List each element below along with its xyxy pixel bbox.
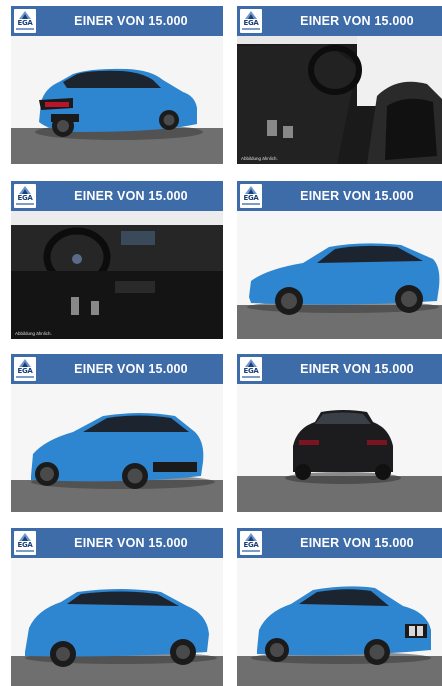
gallery-tile-rear-black[interactable]: EGA EINER VON 15.000: [237, 354, 442, 512]
banner-title: EINER VON 15.000: [300, 189, 414, 203]
tile-banner: EGA EINER VON 15.000: [237, 181, 442, 211]
gallery-tile-front-three-quarter-right[interactable]: EGA EINER VON 15.000: [237, 528, 442, 686]
car-front-three-quarter-left-image: [11, 384, 223, 512]
ega-logo: EGA: [14, 184, 36, 208]
tile-banner: EGA EINER VON 15.000: [11, 354, 223, 384]
ega-logo: EGA: [240, 9, 262, 33]
ega-logo-text: EGA: [17, 19, 33, 27]
car-rear-side-image: [11, 558, 223, 686]
ega-logo: EGA: [240, 531, 262, 555]
car-photo[interactable]: [237, 558, 442, 686]
car-photo[interactable]: [237, 211, 442, 339]
ega-logo-text: EGA: [17, 541, 33, 549]
ega-logo-text: EGA: [243, 541, 259, 549]
car-photo[interactable]: [237, 36, 442, 164]
banner-title: EINER VON 15.000: [300, 362, 414, 376]
ega-logo-mark-icon: [245, 186, 257, 194]
tile-banner: EGA EINER VON 15.000: [237, 6, 442, 36]
gallery-tile-interior-seats[interactable]: EGA EINER VON 15.000 Abbildung ähnlich.: [237, 6, 442, 164]
car-photo[interactable]: [11, 384, 223, 512]
ega-logo: EGA: [14, 357, 36, 381]
ega-logo-mark-icon: [19, 11, 31, 19]
dashboard-image: [11, 211, 223, 339]
tile-banner: EGA EINER VON 15.000: [11, 528, 223, 558]
ega-logo-text: EGA: [17, 367, 33, 375]
car-rear-black-image: [237, 384, 442, 512]
image-gallery: EGA EINER VON 15.000 EGA EINER VON 15.00…: [0, 0, 442, 686]
ega-logo-mark-icon: [245, 359, 257, 367]
car-photo[interactable]: [237, 384, 442, 512]
banner-title: EINER VON 15.000: [74, 14, 188, 28]
ega-logo-text: EGA: [17, 194, 33, 202]
car-rear-three-quarter-image: [11, 36, 223, 164]
car-photo[interactable]: [11, 36, 223, 164]
car-photo[interactable]: [11, 211, 223, 339]
tile-banner: EGA EINER VON 15.000: [11, 181, 223, 211]
image-disclaimer: Abbildung ähnlich.: [15, 331, 52, 336]
tile-banner: EGA EINER VON 15.000: [237, 354, 442, 384]
gallery-tile-dashboard[interactable]: EGA EINER VON 15.000 Abbildung ähnlich.: [11, 181, 223, 339]
car-front-three-quarter-right-image: [237, 558, 442, 686]
ega-logo-mark-icon: [245, 11, 257, 19]
interior-seats-image: [237, 36, 442, 164]
tile-banner: EGA EINER VON 15.000: [237, 528, 442, 558]
ega-logo: EGA: [240, 357, 262, 381]
banner-title: EINER VON 15.000: [74, 536, 188, 550]
banner-title: EINER VON 15.000: [300, 536, 414, 550]
ega-logo: EGA: [14, 9, 36, 33]
car-photo[interactable]: [11, 558, 223, 686]
image-disclaimer: Abbildung ähnlich.: [241, 156, 278, 161]
ega-logo-mark-icon: [19, 533, 31, 541]
ega-logo-mark-icon: [19, 359, 31, 367]
car-side-profile-image: [237, 211, 442, 339]
ega-logo-text: EGA: [243, 194, 259, 202]
ega-logo-mark-icon: [19, 186, 31, 194]
ega-logo: EGA: [240, 184, 262, 208]
gallery-tile-rear-three-quarter[interactable]: EGA EINER VON 15.000: [11, 6, 223, 164]
ega-logo-mark-icon: [245, 533, 257, 541]
gallery-tile-rear-side[interactable]: EGA EINER VON 15.000: [11, 528, 223, 686]
ega-logo-text: EGA: [243, 367, 259, 375]
gallery-tile-front-three-quarter-left[interactable]: EGA EINER VON 15.000: [11, 354, 223, 512]
ega-logo-text: EGA: [243, 19, 259, 27]
banner-title: EINER VON 15.000: [300, 14, 414, 28]
tile-banner: EGA EINER VON 15.000: [11, 6, 223, 36]
banner-title: EINER VON 15.000: [74, 362, 188, 376]
ega-logo: EGA: [14, 531, 36, 555]
gallery-tile-side-profile[interactable]: EGA EINER VON 15.000: [237, 181, 442, 339]
banner-title: EINER VON 15.000: [74, 189, 188, 203]
